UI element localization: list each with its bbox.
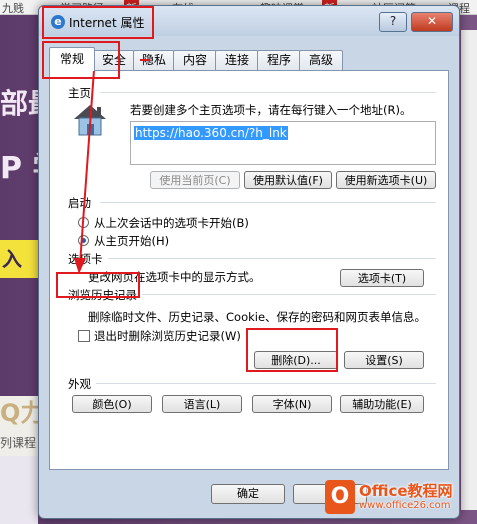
languages-button[interactable]: 语言(L) <box>162 395 242 413</box>
tab-general[interactable]: 常规 <box>49 47 95 71</box>
home-page-url-text[interactable]: https://hao.360.cn/?h_lnk <box>134 126 288 140</box>
bg-banner-subtext: 列课程 <box>0 430 38 456</box>
tabs-settings-button[interactable]: 选项卡(T) <box>340 269 424 287</box>
bg-headline: 部最 <box>0 87 38 120</box>
tab-advanced[interactable]: 高级 <box>299 50 343 70</box>
help-button[interactable]: ? <box>379 12 407 32</box>
tab-privacy[interactable]: 隐私 <box>133 50 175 70</box>
house-icon <box>70 101 110 137</box>
startup-home-page-label[interactable]: 从主页开始(H) <box>94 233 169 249</box>
dialog-titlebar[interactable]: e Internet 属性 ? ✕ <box>39 6 459 36</box>
accessibility-button[interactable]: 辅助功能(E) <box>340 395 424 413</box>
home-page-instruction: 若要创建多个主页选项卡，请在每行键入一个地址(R)。 <box>130 103 412 117</box>
appearance-group-label: 外观 <box>68 377 91 391</box>
watermark-url: www.office26.com <box>359 500 451 511</box>
group-divider <box>142 294 436 295</box>
tabs-description: 更改网页在选项卡中的显示方式。 <box>88 270 261 284</box>
group-divider <box>96 383 436 384</box>
group-divider <box>108 258 436 259</box>
delete-on-exit-label[interactable]: 退出时删除浏览历史记录(W) <box>94 328 241 344</box>
tab-content[interactable]: 内容 <box>173 50 217 70</box>
bg-sidebar <box>461 30 477 510</box>
bg-headline: P 学 <box>0 151 38 186</box>
colors-button[interactable]: 颜色(O) <box>72 395 152 413</box>
startup-home-page-radio[interactable] <box>78 235 89 246</box>
tabs-group-label: 选项卡 <box>68 252 103 266</box>
internet-explorer-icon: e <box>51 15 65 29</box>
startup-last-session-label[interactable]: 从上次会话中的选项卡开始(B) <box>94 215 249 231</box>
group-divider <box>100 202 436 203</box>
browsing-history-description: 删除临时文件、历史记录、Cookie、保存的密码和网页表单信息。 <box>88 310 427 324</box>
startup-last-session-radio[interactable] <box>78 217 89 228</box>
fonts-button[interactable]: 字体(N) <box>252 395 332 413</box>
delete-history-button[interactable]: 删除(D)... <box>254 351 338 369</box>
bg-footer-block <box>0 456 38 524</box>
general-tab-panel: 主页 若要创建多个主页选项卡，请在每行键入一个地址(R)。 https://ha… <box>49 70 449 470</box>
office-tutorial-watermark: O Office教程网 www.office26.com <box>325 478 475 520</box>
delete-on-exit-checkbox[interactable] <box>78 330 90 342</box>
dialog-title: Internet 属性 <box>69 16 145 30</box>
group-divider <box>100 92 436 93</box>
tab-strip: 常规 安全 隐私 内容 连接 程序 高级 <box>49 47 449 71</box>
browsing-history-group-label: 浏览历史记录 <box>68 288 137 302</box>
bg-enter-button[interactable]: 入 <box>0 240 40 278</box>
tab-security[interactable]: 安全 <box>93 50 135 70</box>
internet-options-dialog: e Internet 属性 ? ✕ 常规 安全 隐私 内容 连接 程序 高级 主… <box>38 5 460 519</box>
use-current-button[interactable]: 使用当前页(C) <box>150 171 240 189</box>
office-logo-icon: O <box>325 480 355 514</box>
ok-button[interactable]: 确定 <box>211 484 285 504</box>
bg-nav-item[interactable]: 九贱 <box>2 0 24 16</box>
home-page-url-textarea[interactable]: https://hao.360.cn/?h_lnk <box>130 121 436 165</box>
tab-connections[interactable]: 连接 <box>215 50 259 70</box>
close-button[interactable]: ✕ <box>411 12 453 32</box>
use-new-tab-button[interactable]: 使用新选项卡(U) <box>336 171 436 189</box>
home-page-group-label: 主页 <box>68 86 91 100</box>
tab-programs[interactable]: 程序 <box>257 50 301 70</box>
use-default-button[interactable]: 使用默认值(F) <box>244 171 332 189</box>
watermark-title: Office教程网 <box>359 482 453 500</box>
history-settings-button[interactable]: 设置(S) <box>344 351 424 369</box>
bg-banner-text: Q力 <box>0 396 38 430</box>
startup-group-label: 启动 <box>68 196 91 210</box>
